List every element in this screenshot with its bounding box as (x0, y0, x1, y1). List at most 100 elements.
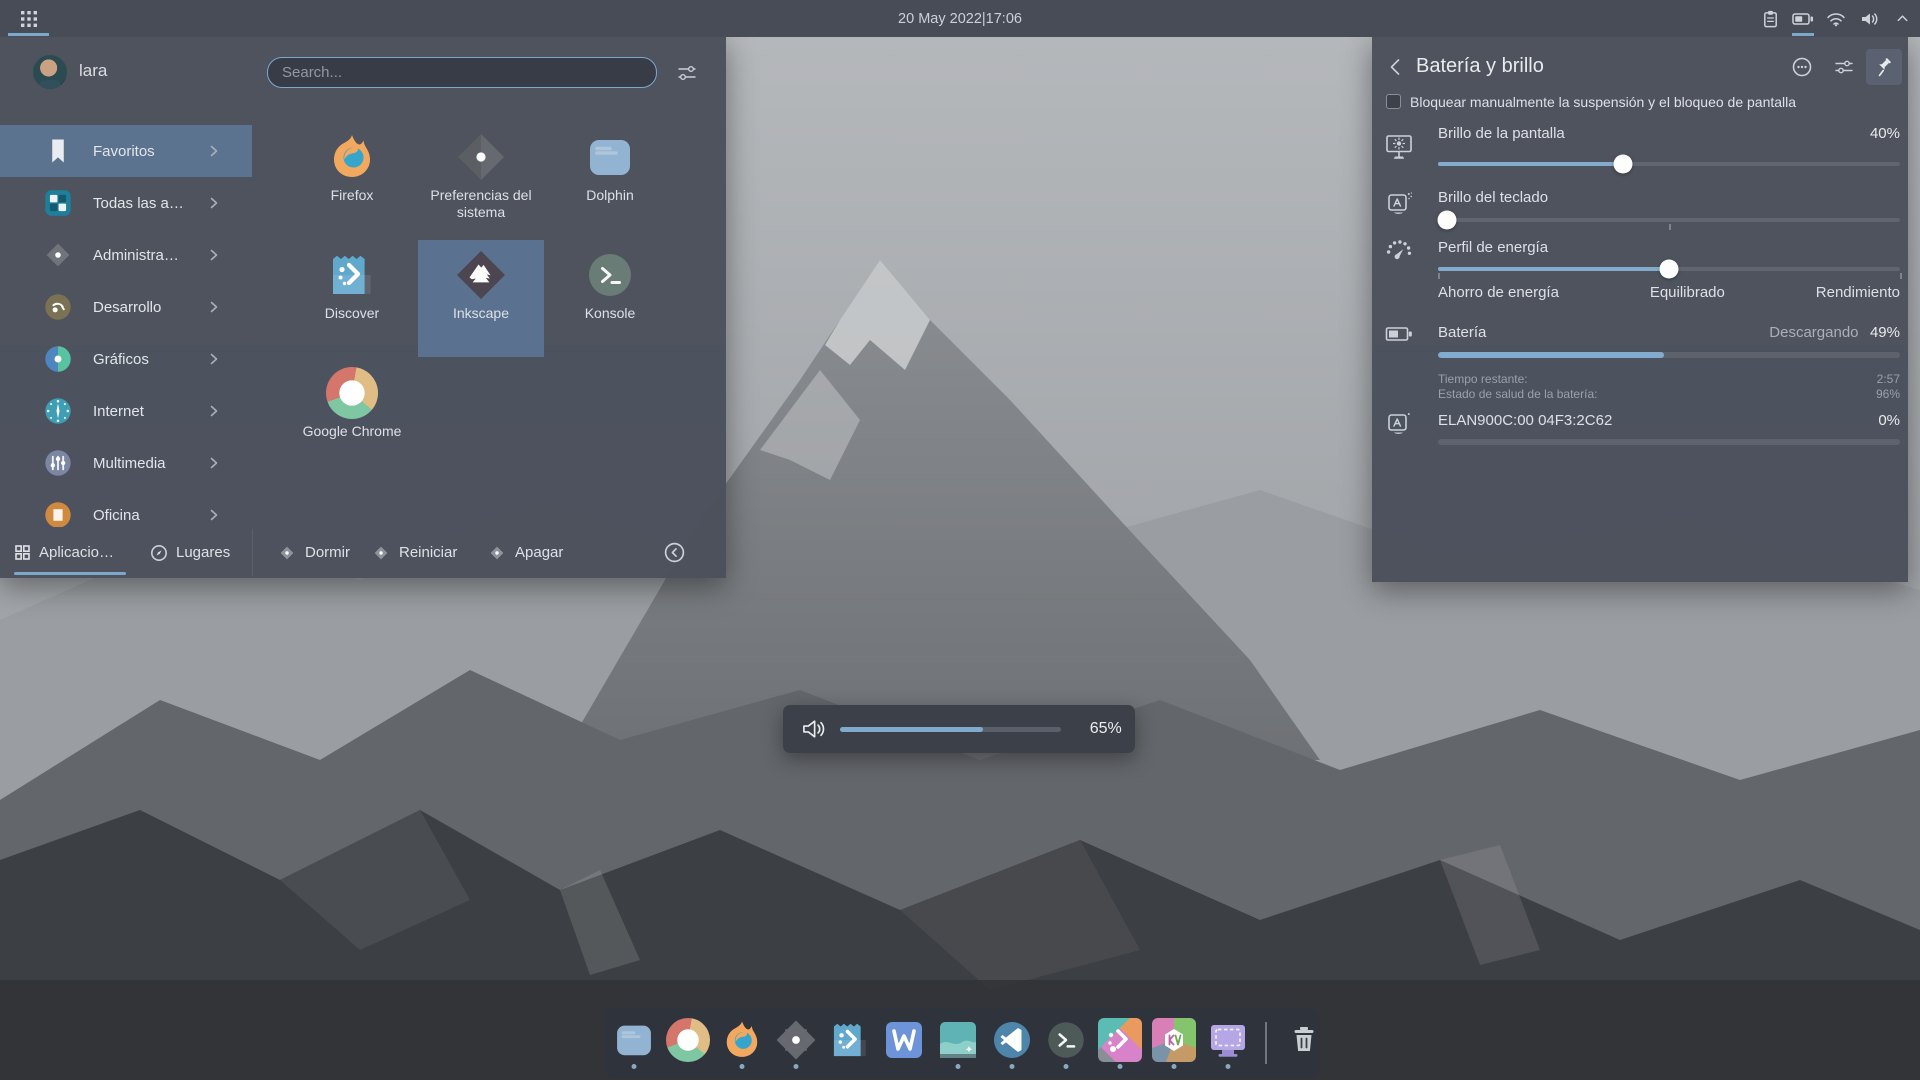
panel-title: Batería y brillo (1416, 55, 1544, 78)
back-button[interactable] (1384, 55, 1408, 79)
pin-button[interactable] (1866, 49, 1902, 85)
system-settings-icon (774, 1018, 818, 1062)
screen-brightness-row: Brillo de la pantalla 40% (1438, 125, 1900, 142)
screen-brightness-slider[interactable] (1438, 155, 1900, 173)
app-dolphin[interactable]: Dolphin (547, 122, 673, 239)
shutdown-button[interactable]: Apagar (488, 527, 563, 578)
chevron-right-icon (210, 405, 218, 417)
dock-item-image-gallery[interactable] (935, 1013, 981, 1073)
dock-item-system-settings[interactable] (773, 1013, 819, 1073)
app-inkscape[interactable]: Inkscape (418, 240, 544, 357)
status-and-notifications-button[interactable] (1784, 49, 1820, 85)
speaker-icon (801, 717, 826, 741)
running-indicator (632, 1064, 637, 1069)
sidebar-item-administracion[interactable]: Administra… (0, 229, 252, 281)
clipboard-tray-icon[interactable] (1758, 0, 1782, 37)
search-filter-icon[interactable] (676, 62, 698, 84)
screen-brightness-icon (1384, 131, 1414, 161)
footer-divider (252, 529, 253, 576)
sidebar-item-graficos[interactable]: Gráficos (0, 333, 252, 385)
dock-item-dolphin[interactable] (611, 1013, 657, 1073)
dock-item-konsole[interactable] (1043, 1013, 1089, 1073)
battery-status: Descargando (1769, 324, 1858, 341)
dock (604, 1007, 1320, 1078)
sidebar-item-multimedia[interactable]: Multimedia (0, 437, 252, 489)
top-panel: 20 May 2022|17:06 (0, 0, 1920, 37)
configure-button[interactable] (1826, 49, 1862, 85)
app-google-chrome[interactable]: Google Chrome (289, 358, 415, 475)
dock-item-screen-capture[interactable] (1205, 1013, 1251, 1073)
clock[interactable]: 20 May 2022|17:06 (898, 0, 1022, 37)
dock-item-vscode[interactable] (989, 1013, 1035, 1073)
wifi-tray-icon[interactable] (1824, 0, 1848, 37)
screen-capture-icon (1206, 1018, 1250, 1062)
dock-item-firefox[interactable] (719, 1013, 765, 1073)
slider-handle[interactable] (1438, 211, 1457, 230)
keyboard-brightness-slider[interactable] (1438, 211, 1900, 229)
sidebar-item-oficina[interactable]: Oficina (0, 489, 252, 527)
tab-places[interactable]: Lugares (150, 527, 230, 578)
sidebar-item-todas-las-aplicaciones[interactable]: Todas las a… (0, 177, 252, 229)
word-processor-icon (882, 1018, 926, 1062)
firefox-icon (326, 131, 378, 183)
konsole-icon (1044, 1018, 1088, 1062)
dolphin-icon (584, 131, 636, 183)
sidebar-item-favoritos[interactable]: Favoritos (0, 125, 252, 177)
active-tab-indicator (14, 572, 126, 576)
running-indicator (740, 1064, 745, 1069)
session-history-button[interactable] (663, 541, 686, 564)
chevron-right-icon (210, 249, 218, 261)
battery-tray-icon[interactable] (1791, 0, 1815, 37)
restart-button[interactable]: Reiniciar (372, 527, 457, 578)
battery-health-row: Estado de salud de la batería: 96% (1438, 387, 1900, 401)
chevron-right-icon (210, 197, 218, 209)
running-indicator (1118, 1064, 1123, 1069)
volume-tray-icon[interactable] (1857, 0, 1881, 37)
running-indicator (1226, 1064, 1231, 1069)
app-system-settings[interactable]: Preferencias del sistema (418, 122, 544, 239)
volume-osd-value: 65% (1077, 720, 1135, 738)
dock-item-kv-app[interactable] (1151, 1013, 1197, 1073)
slider-handle[interactable] (1613, 155, 1632, 174)
office-icon (43, 500, 73, 527)
active-indicator (8, 33, 49, 36)
dock-item-discover[interactable] (827, 1013, 873, 1073)
inkscape-icon (455, 249, 507, 301)
dock-item-word-processor[interactable] (881, 1013, 927, 1073)
tab-applications[interactable]: Aplicacio… (14, 527, 126, 578)
running-indicator (1010, 1064, 1015, 1069)
power-profile-slider[interactable] (1438, 260, 1900, 278)
app-firefox[interactable]: Firefox (289, 122, 415, 239)
app-discover[interactable]: Discover (289, 240, 415, 357)
dock-item-trash[interactable] (1281, 1013, 1327, 1073)
dock-item-dev-tool[interactable] (1097, 1013, 1143, 1073)
chevron-right-icon (210, 301, 218, 313)
search-input[interactable] (267, 57, 657, 88)
slider-handle[interactable] (1660, 260, 1679, 279)
google-chrome-icon (326, 367, 378, 419)
sleep-button[interactable]: Dormir (278, 527, 350, 578)
application-launcher-button[interactable] (7, 0, 51, 37)
sidebar-item-desarrollo[interactable]: Desarrollo (0, 281, 252, 333)
keyboard-brightness-icon (1384, 189, 1414, 219)
elan-device-row: ELAN900C:00 04F3:2C62 0% (1438, 412, 1900, 429)
user-avatar[interactable] (33, 55, 67, 89)
option-performance[interactable]: Rendimiento (1816, 284, 1900, 301)
option-balanced[interactable]: Equilibrado (1650, 284, 1725, 301)
chevron-right-icon (210, 457, 218, 469)
battery-time-row: Tiempo restante: 2:57 (1438, 372, 1900, 386)
elan-progress-bar (1438, 439, 1900, 445)
running-indicator (794, 1064, 799, 1069)
volume-osd: 65% (783, 705, 1135, 753)
dolphin-icon (612, 1018, 656, 1062)
dock-divider (1265, 1022, 1267, 1064)
launcher-sidebar: Favoritos Todas las a… Administra… (0, 125, 252, 527)
expand-tray-button[interactable] (1890, 0, 1914, 37)
option-power-save[interactable]: Ahorro de energía (1438, 284, 1559, 301)
lock-suspend-checkbox[interactable] (1386, 94, 1401, 109)
dock-item-google-chrome[interactable] (665, 1013, 711, 1073)
internet-icon (43, 396, 73, 426)
sidebar-item-internet[interactable]: Internet (0, 385, 252, 437)
app-konsole[interactable]: Konsole (547, 240, 673, 357)
development-icon (43, 292, 73, 322)
